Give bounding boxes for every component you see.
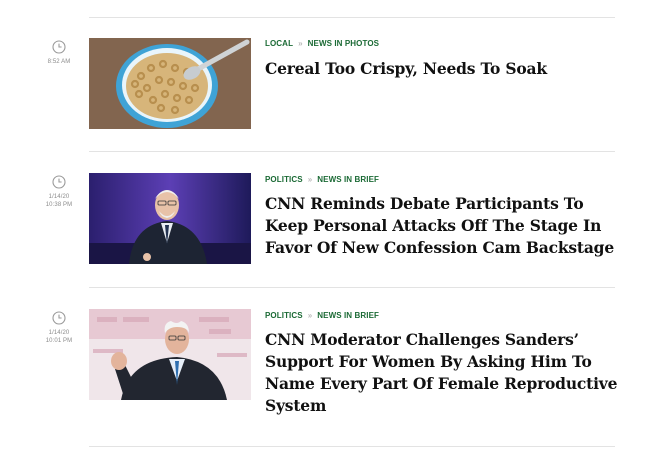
article-thumbnail[interactable]	[89, 38, 251, 129]
cereal-bowl-image	[89, 38, 251, 129]
article-categories: LOCAL » NEWS IN PHOTOS	[265, 39, 379, 48]
article-headline[interactable]: CNN Reminds Debate Participants To Keep …	[265, 193, 625, 259]
article-categories: POLITICS » NEWS IN BRIEF	[265, 175, 379, 184]
article-thumbnail[interactable]	[89, 309, 251, 400]
timestamp: 1/14/20 10:01 PM	[40, 311, 78, 345]
clock-icon	[52, 40, 66, 54]
chevron-right-icon: »	[298, 39, 303, 48]
chevron-right-icon: »	[307, 311, 313, 320]
time-text: 10:38 PM	[45, 202, 73, 208]
category-link[interactable]: LOCAL	[265, 39, 293, 48]
article-divider	[89, 151, 615, 152]
category-link[interactable]: POLITICS	[265, 311, 303, 320]
time-text: 8:52 AM	[47, 59, 71, 65]
article-categories: POLITICS » NEWS IN BRIEF	[265, 311, 379, 320]
clock-icon	[52, 175, 66, 189]
time-text: 10:01 PM	[45, 338, 73, 344]
article-thumbnail[interactable]	[89, 173, 251, 264]
article-divider	[89, 287, 615, 288]
timestamp: 1/14/20 10:38 PM	[40, 175, 78, 209]
subcategory-link[interactable]: NEWS IN BRIEF	[317, 175, 379, 184]
category-link[interactable]: POLITICS	[265, 175, 303, 184]
headline-link[interactable]: Cereal Too Crispy, Needs To Soak	[265, 59, 547, 78]
chevron-right-icon: »	[307, 175, 313, 184]
date-text: 1/14/20	[48, 194, 70, 200]
timestamp: 8:52 AM	[40, 40, 78, 66]
headline-link[interactable]: CNN Moderator Challenges Sanders’ Suppor…	[265, 330, 617, 415]
article-headline[interactable]: CNN Moderator Challenges Sanders’ Suppor…	[265, 329, 625, 417]
date-text: 1/14/20	[48, 330, 70, 336]
anchor-photo-image	[89, 173, 251, 264]
subcategory-link[interactable]: NEWS IN BRIEF	[317, 311, 379, 320]
subcategory-link[interactable]: NEWS IN PHOTOS	[308, 39, 379, 48]
article-divider	[89, 446, 615, 447]
headline-link[interactable]: CNN Reminds Debate Participants To Keep …	[265, 194, 614, 257]
article-headline[interactable]: Cereal Too Crispy, Needs To Soak	[265, 58, 625, 80]
clock-icon	[52, 311, 66, 325]
candidate-photo-image	[89, 309, 251, 400]
top-divider	[89, 17, 615, 18]
